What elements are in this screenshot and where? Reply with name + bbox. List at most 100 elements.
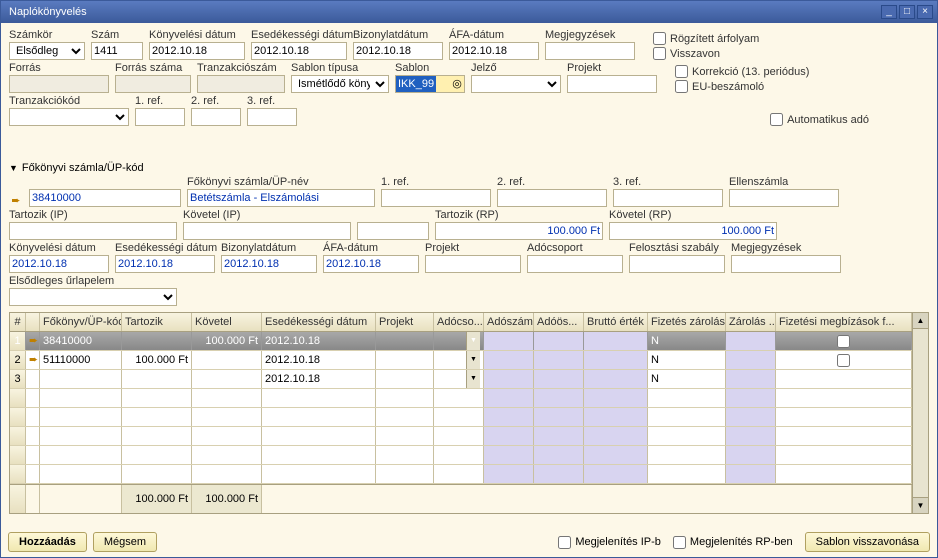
forrasszam-input[interactable] (115, 75, 191, 93)
table-row[interactable]: 32012.10.18▼N (10, 370, 912, 389)
window-titlebar: Naplókönyvelés _ □ × (1, 1, 937, 23)
kovetelrp-input[interactable] (609, 222, 777, 240)
sablontipus-select[interactable]: Ismétlődő könyv. (291, 75, 389, 93)
grid-header: # Főkönyv/ÜP-kód Tartozik Követel Esedék… (10, 313, 912, 332)
label-dref1: 1. ref. (381, 176, 491, 188)
forras-input[interactable] (9, 75, 109, 93)
label-bizdat: Bizonylatdátum (353, 29, 443, 41)
label-szamkor: Számkör (9, 29, 85, 41)
label-fokonyvnev: Főkönyvi számla/ÜP-név (187, 176, 375, 188)
detail-section-header[interactable]: ▼ Főkönyvi számla/ÜP-kód (9, 162, 929, 174)
chk-show-rp[interactable]: Megjelenítés RP-ben (673, 536, 793, 549)
dref3-input[interactable] (613, 189, 723, 207)
label-adocsoport: Adócsoport (527, 242, 623, 254)
label-tartozikrp: Tartozik (RP) (435, 209, 603, 221)
label-dkonyvdat: Könyvelési dátum (9, 242, 109, 254)
dkonyvdat-input[interactable] (9, 255, 109, 273)
curr-ip-input[interactable] (357, 222, 429, 240)
ref2-input[interactable] (191, 108, 241, 126)
transzszam-input[interactable] (197, 75, 285, 93)
konyvdat-input[interactable] (149, 42, 245, 60)
maximize-button[interactable]: □ (899, 5, 915, 19)
ellenszamla-input[interactable] (729, 189, 839, 207)
afadat-input[interactable] (449, 42, 539, 60)
ref1-input[interactable] (135, 108, 185, 126)
dref2-input[interactable] (497, 189, 607, 207)
label-szam: Szám (91, 29, 143, 41)
label-jelzo: Jelző (471, 62, 561, 74)
label-kovetelrp: Követel (RP) (609, 209, 777, 221)
desdat-input[interactable] (115, 255, 215, 273)
grid-body: 1➨38410000100.000 Ft2012.10.18▼N2➨511100… (10, 332, 912, 484)
label-esdat: Esedékességi dátum (251, 29, 347, 41)
label-dmegj: Megjegyzések (731, 242, 841, 254)
sablon-lookup-icon[interactable]: ◎ (450, 76, 464, 92)
dafadat-input[interactable] (323, 255, 419, 273)
ref3-input[interactable] (247, 108, 297, 126)
label-dbizdat: Bizonylatdátum (221, 242, 317, 254)
szam-input[interactable] (91, 42, 143, 60)
nav-arrow-icon[interactable]: ➨ (9, 194, 23, 207)
adocsoport-input[interactable] (527, 255, 623, 273)
label-forrasszam: Forrás száma (115, 62, 191, 74)
label-transzkod: Tranzakciókód (9, 95, 129, 107)
table-row[interactable] (10, 408, 912, 427)
scroll-up-icon[interactable]: ▲ (913, 313, 928, 329)
template-cancel-button[interactable]: Sablon visszavonása (805, 532, 930, 552)
table-row[interactable] (10, 389, 912, 408)
chk-autoado[interactable]: Automatikus adó (770, 113, 869, 126)
chk-rogzitett[interactable]: Rögzített árfolyam (653, 32, 759, 45)
table-row[interactable] (10, 465, 912, 484)
dprojekt-input[interactable] (425, 255, 521, 273)
journal-grid: # Főkönyv/ÜP-kód Tartozik Követel Esedék… (9, 312, 929, 514)
label-projekt: Projekt (567, 62, 657, 74)
label-ref2: 2. ref. (191, 95, 241, 107)
add-button[interactable]: Hozzáadás (8, 532, 87, 552)
grid-totals: 100.000 Ft 100.000 Ft (10, 484, 912, 513)
dref1-input[interactable] (381, 189, 491, 207)
label-sablon: Sablon (395, 62, 465, 74)
szamkor-select[interactable]: Elsődleg (9, 42, 85, 60)
fokod-input[interactable] (29, 189, 181, 207)
jelzo-select[interactable] (471, 75, 561, 93)
chk-korrekcio[interactable]: Korrekció (13. periódus) (675, 65, 809, 78)
table-row[interactable] (10, 427, 912, 446)
chk-visszavon[interactable]: Visszavon (653, 47, 759, 60)
chk-show-ip[interactable]: Megjelenítés IP-b (558, 536, 661, 549)
transzkod-select[interactable] (9, 108, 129, 126)
label-dafadat: ÁFA-dátum (323, 242, 419, 254)
table-row[interactable] (10, 446, 912, 465)
esdat-input[interactable] (251, 42, 347, 60)
label-afadat: ÁFA-dátum (449, 29, 539, 41)
tartozikrp-input[interactable] (435, 222, 603, 240)
label-ellenszamla: Ellenszámla (729, 176, 839, 188)
minimize-button[interactable]: _ (881, 5, 897, 19)
label-urlapelem: Elsődleges űrlapelem (9, 275, 177, 287)
tartozikip-input[interactable] (9, 222, 177, 240)
projekt-input[interactable] (567, 75, 657, 93)
label-dref2: 2. ref. (497, 176, 607, 188)
fokonyvnev-input[interactable] (187, 189, 375, 207)
dbizdat-input[interactable] (221, 255, 317, 273)
label-forras: Forrás (9, 62, 109, 74)
dmegj-input[interactable] (731, 255, 841, 273)
window-title: Naplókönyvelés (5, 6, 879, 18)
footer: Hozzáadás Mégsem Megjelenítés IP-b Megje… (8, 532, 930, 552)
megj-input[interactable] (545, 42, 635, 60)
chk-eu[interactable]: EU-beszámoló (675, 80, 809, 93)
close-button[interactable]: × (917, 5, 933, 19)
label-tartozikip: Tartozik (IP) (9, 209, 177, 221)
urlapelem-select[interactable] (9, 288, 177, 306)
scroll-down-icon[interactable]: ▼ (913, 497, 928, 513)
cancel-button[interactable]: Mégsem (93, 532, 157, 552)
table-row[interactable]: 1➨38410000100.000 Ft2012.10.18▼N (10, 332, 912, 351)
table-row[interactable]: 2➨51110000100.000 Ft2012.10.18▼N (10, 351, 912, 370)
kovetelip-input[interactable] (183, 222, 351, 240)
label-ref3: 3. ref. (247, 95, 297, 107)
bizdat-input[interactable] (353, 42, 443, 60)
sablon-input[interactable]: IKK_99 ◎ (395, 75, 465, 93)
label-sablontipus: Sablon típusa (291, 62, 389, 74)
felosztas-input[interactable] (629, 255, 725, 273)
grid-scrollbar[interactable]: ▲ ▼ (912, 313, 928, 513)
label-konyvdat: Könyvelési dátum (149, 29, 245, 41)
